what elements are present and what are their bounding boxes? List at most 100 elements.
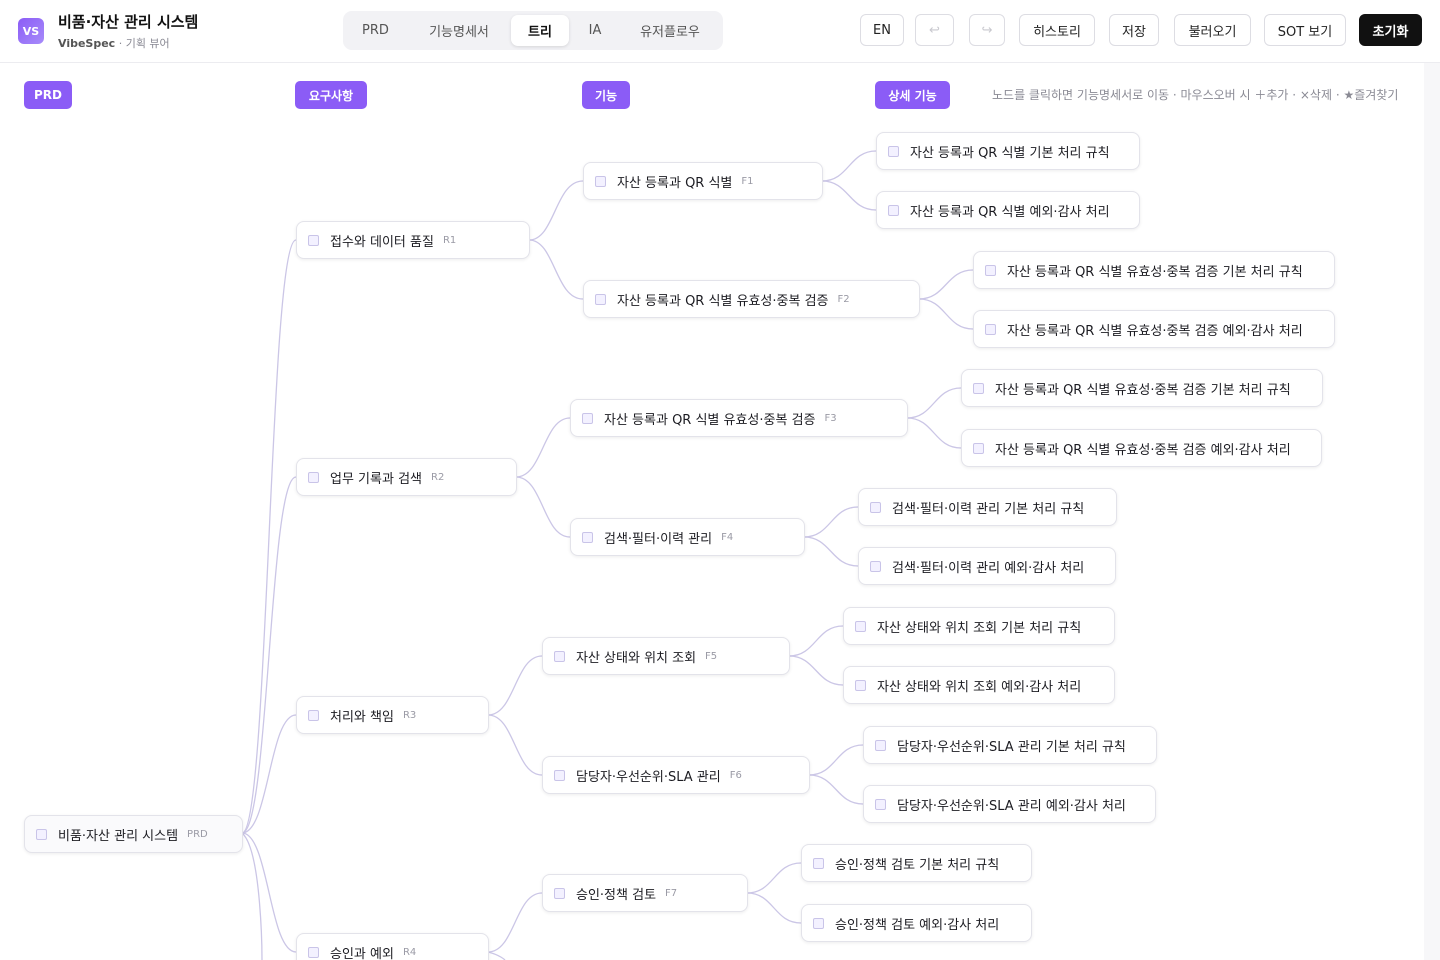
node-label: 비품·자산 관리 시스템 — [58, 828, 179, 844]
node-label: 자산 등록과 QR 식별 예외·감사 처리 — [910, 204, 1110, 220]
brand-name: VibeSpec — [58, 37, 116, 50]
tree-node-feature[interactable]: 자산 등록과 QR 식별 F1 — [583, 162, 823, 200]
node-label: 승인·정책 검토 예외·감사 처리 — [835, 917, 1000, 933]
node-checkbox[interactable] — [855, 620, 866, 632]
node-checkbox[interactable] — [308, 471, 319, 483]
link-f6-d12 — [808, 774, 864, 805]
tree-node-detail[interactable]: 자산 등록과 QR 식별 유효성·중복 검증 예외·감사 처리 — [973, 310, 1335, 348]
node-checkbox[interactable] — [36, 828, 47, 840]
tree-node-feature[interactable]: 담당자·우선순위·SLA 관리 F6 — [542, 756, 810, 794]
node-label: 검색·필터·이력 관리 기본 처리 규칙 — [892, 501, 1085, 517]
link-f5-d9 — [788, 625, 844, 657]
tree-node-detail[interactable]: 자산 등록과 QR 식별 유효성·중복 검증 기본 처리 규칙 — [961, 369, 1323, 407]
link-f7-d14 — [746, 892, 802, 924]
link-f3-d6 — [906, 417, 962, 449]
column-label-requirements: 요구사항 — [295, 81, 367, 109]
language-button[interactable]: EN — [860, 14, 904, 46]
tree-node-detail[interactable]: 승인·정책 검토 기본 처리 규칙 — [801, 844, 1032, 882]
tree-node-detail[interactable]: 승인·정책 검토 예외·감사 처리 — [801, 904, 1032, 942]
node-checkbox[interactable] — [875, 798, 886, 810]
tree-node-feature[interactable]: 자산 등록과 QR 식별 유효성·중복 검증 F2 — [583, 280, 920, 318]
reset-button[interactable]: 초기화 — [1359, 14, 1422, 46]
node-label: 자산 등록과 QR 식별 유효성·중복 검증 기본 처리 규칙 — [1007, 264, 1303, 280]
link-root-r4 — [241, 832, 297, 953]
tab-spec[interactable]: 기능명세서 — [414, 15, 504, 46]
tree-node-requirement[interactable]: 처리와 책임 R3 — [296, 696, 489, 734]
tab-prd[interactable]: PRD — [353, 15, 398, 46]
node-checkbox[interactable] — [973, 382, 984, 394]
tree-node-requirement[interactable]: 업무 기록과 검색 R2 — [296, 458, 517, 496]
tree-node-detail[interactable]: 담당자·우선순위·SLA 관리 기본 처리 규칙 — [863, 726, 1157, 764]
save-button[interactable]: 저장 — [1109, 14, 1159, 46]
tree-node-feature[interactable]: 검색·필터·이력 관리 F4 — [570, 518, 805, 556]
load-button[interactable]: 불러오기 — [1174, 14, 1251, 46]
node-label: 자산 등록과 QR 식별 기본 처리 규칙 — [910, 145, 1110, 161]
node-label: 승인·정책 검토 기본 처리 규칙 — [835, 857, 1000, 873]
tab-tree[interactable]: 트리 — [511, 15, 569, 46]
node-checkbox[interactable] — [595, 293, 606, 305]
tree-node-detail[interactable]: 자산 등록과 QR 식별 예외·감사 처리 — [876, 191, 1140, 229]
node-checkbox[interactable] — [595, 175, 606, 187]
link-f7-d13 — [746, 862, 802, 894]
node-checkbox[interactable] — [308, 946, 319, 958]
link-root-r1 — [241, 239, 297, 834]
node-checkbox[interactable] — [582, 412, 593, 424]
node-label: 담당자·우선순위·SLA 관리 — [576, 769, 721, 785]
node-checkbox[interactable] — [554, 650, 565, 662]
node-checkbox[interactable] — [308, 234, 319, 246]
node-checkbox[interactable] — [582, 531, 593, 543]
node-label: 자산 등록과 QR 식별 유효성·중복 검증 기본 처리 규칙 — [995, 382, 1291, 398]
node-code: F2 — [837, 293, 850, 305]
tree-node-detail[interactable]: 자산 등록과 QR 식별 유효성·중복 검증 예외·감사 처리 — [961, 429, 1322, 467]
tree-node-feature[interactable]: 자산 상태와 위치 조회 F5 — [542, 637, 790, 675]
tree-node-root[interactable]: 비품·자산 관리 시스템 PRD — [24, 815, 243, 853]
tab-ia[interactable]: IA — [576, 15, 614, 46]
node-checkbox[interactable] — [813, 917, 824, 929]
node-code: PRD — [187, 828, 208, 840]
tree-node-detail[interactable]: 담당자·우선순위·SLA 관리 예외·감사 처리 — [863, 785, 1156, 823]
tab-userflow[interactable]: 유저플로우 — [626, 15, 714, 46]
redo-icon: ↪ — [981, 22, 993, 38]
link-r3-f5 — [487, 655, 543, 716]
node-checkbox[interactable] — [888, 204, 899, 216]
node-checkbox[interactable] — [870, 501, 881, 513]
node-label: 자산 등록과 QR 식별 — [617, 175, 733, 191]
node-checkbox[interactable] — [870, 560, 881, 572]
link-f6-d11 — [808, 744, 864, 776]
node-checkbox[interactable] — [308, 709, 319, 721]
tree-node-feature[interactable]: 자산 등록과 QR 식별 유효성·중복 검증 F3 — [570, 399, 908, 437]
node-code: R3 — [402, 709, 417, 721]
tree-node-requirement[interactable]: 접수와 데이터 품질 R1 — [296, 221, 530, 259]
node-checkbox[interactable] — [813, 857, 824, 869]
redo-button[interactable]: ↪ — [969, 14, 1005, 46]
node-checkbox[interactable] — [554, 769, 565, 781]
tree-node-requirement[interactable]: 승인과 예외 R4 — [296, 933, 489, 960]
tree-node-detail[interactable]: 자산 등록과 QR 식별 기본 처리 규칙 — [876, 132, 1140, 170]
node-checkbox[interactable] — [985, 323, 996, 335]
node-checkbox[interactable] — [973, 442, 984, 454]
node-label: 자산 상태와 위치 조회 — [576, 650, 697, 666]
link-f1-d1 — [821, 150, 877, 182]
node-checkbox[interactable] — [985, 264, 996, 276]
node-label: 자산 등록과 QR 식별 유효성·중복 검증 예외·감사 처리 — [995, 442, 1291, 458]
undo-button[interactable]: ↩ — [915, 14, 954, 46]
history-button[interactable]: 히스토리 — [1019, 14, 1095, 46]
node-label: 자산 등록과 QR 식별 유효성·중복 검증 — [617, 293, 829, 309]
tree-node-detail[interactable]: 자산 등록과 QR 식별 유효성·중복 검증 기본 처리 규칙 — [973, 251, 1335, 289]
tree-node-detail[interactable]: 자산 상태와 위치 조회 예외·감사 처리 — [843, 666, 1115, 704]
node-code: F1 — [741, 175, 754, 187]
tree-node-feature[interactable]: 승인·정책 검토 F7 — [542, 874, 748, 912]
vertical-scrollbar[interactable] — [1424, 63, 1440, 960]
tree-node-detail[interactable]: 검색·필터·이력 관리 기본 처리 규칙 — [858, 488, 1117, 526]
sot-view-button[interactable]: SOT 보기 — [1264, 14, 1346, 46]
node-label: 자산 등록과 QR 식별 유효성·중복 검증 예외·감사 처리 — [1007, 323, 1303, 339]
node-label: 처리와 책임 — [330, 709, 394, 725]
tree-node-detail[interactable]: 검색·필터·이력 관리 예외·감사 처리 — [858, 547, 1116, 585]
node-code: R2 — [431, 471, 445, 483]
node-checkbox[interactable] — [888, 145, 899, 157]
node-checkbox[interactable] — [855, 679, 866, 691]
tree-node-detail[interactable]: 자산 상태와 위치 조회 기본 처리 규칙 — [843, 607, 1115, 645]
node-checkbox[interactable] — [875, 739, 886, 751]
undo-icon: ↩ — [929, 22, 940, 38]
node-checkbox[interactable] — [554, 887, 565, 899]
